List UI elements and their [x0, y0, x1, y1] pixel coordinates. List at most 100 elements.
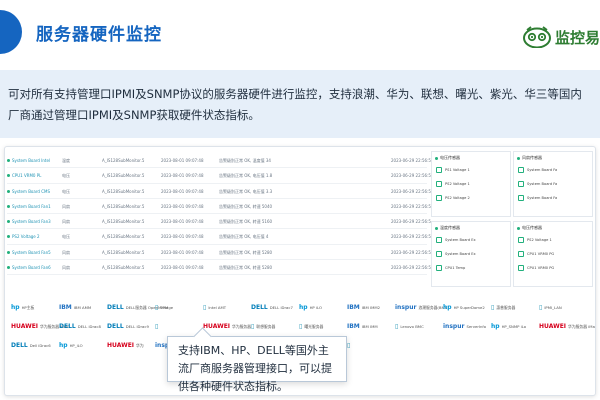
vendor-logo[interactable]: ▯ Intel AMT: [203, 304, 226, 311]
vendor-logo[interactable]: HUAWEI 华为: [107, 342, 144, 349]
vendor-logo-row: HUAWEI 华为服务器 iBMC DELL DELL iDrac8 DELL DELL …: [11, 318, 595, 337]
vendor-logo[interactable]: hp HP主板: [11, 304, 34, 311]
vendor-logo[interactable]: ▯ 联想服务器: [251, 323, 275, 330]
panel-sensor-item[interactable]: System Board Ex: [436, 236, 476, 244]
panel-sensor-item[interactable]: CPU1 VRM0 PG: [518, 264, 554, 272]
sensor-status: 告警级别正常 OK, 电压值 3.3: [219, 188, 273, 194]
vendor-logo[interactable]: HUAWEI华为服务器 iMana: [539, 323, 595, 330]
vendor-mark: ▯: [491, 304, 495, 311]
panel-sensor-item[interactable]: CPU1 Temp: [436, 264, 465, 272]
vendor-mark: hp: [299, 304, 308, 311]
panel-title-text: 温度传感器: [440, 225, 460, 230]
panel-sensor-item[interactable]: System Board Fa: [518, 180, 557, 188]
sensor-chip-icon: [436, 181, 442, 187]
sensor-chip-icon: [436, 237, 442, 243]
table-row[interactable]: System Board CMS 电压 A_IS128SubMonitor.5 202…: [7, 184, 431, 199]
vendor-logo[interactable]: ▯ TPM: [155, 304, 168, 311]
sensor-time: 2023-08-01 09:07:48: [161, 234, 204, 240]
vendor-logo[interactable]: ▯ 曙光服务器: [299, 323, 323, 330]
vendor-mark: DELL: [59, 323, 76, 330]
owl-logo-icon: [522, 26, 551, 48]
vendor-logo[interactable]: IBM IBM IMM: [347, 323, 378, 330]
vendor-logo[interactable]: ▯: [347, 342, 352, 349]
brand: 监控易: [522, 26, 600, 48]
vendor-label: HP_SNMP iLo: [501, 324, 527, 329]
vendor-logo[interactable]: ▯: [155, 323, 160, 330]
vendor-logo[interactable]: hp HP_SNMP iLo: [491, 323, 526, 330]
panel-title: 温度传感器: [435, 225, 460, 231]
table-row[interactable]: CPU1 VRM0 PL 电压 A_IS128SubMonitor.5 2023-08…: [7, 168, 431, 184]
sensor-chip-icon: [436, 167, 442, 173]
sensor-updated: 2023-06-29 22:56:54: [391, 219, 431, 225]
vendor-logo[interactable]: HUAWEI 华为服务器: [203, 323, 251, 330]
panel-sensor-label: PS2 Voltage 2: [445, 196, 470, 200]
vendor-label: IBM IMM2: [361, 305, 381, 310]
panel-sensor-item[interactable]: CPU1 VRM0 PG: [518, 250, 554, 258]
vendor-mark: HUAWEI: [203, 323, 231, 330]
sensor-type: 温度: [62, 158, 70, 163]
vendor-mark: HUAWEI: [11, 323, 39, 330]
sensor-chip-icon: [436, 265, 442, 271]
panel-sensor-label: System Board Fa: [527, 182, 558, 186]
sensor-status: 告警级别正常 OK, 转速 5280: [219, 249, 273, 255]
vendor-mark: ▯: [203, 304, 207, 311]
sensor-name: System Board Intel: [7, 158, 57, 163]
panel-sensor-item[interactable]: PS2 Voltage 1: [436, 180, 470, 188]
vendor-logo[interactable]: inspur ServerInfo: [443, 323, 486, 330]
status-dot-icon: [435, 226, 438, 230]
vendor-logo-row: hp HP主板 IBM IBM AMM DELL DELL服务器 OpenManage ▯ T…: [11, 299, 593, 318]
panel-sensor-item[interactable]: System Board Fa: [518, 194, 557, 202]
vendor-logo[interactable]: DELL DELL iDrac7: [251, 304, 293, 311]
sensor-source: A_IS128SubMonitor.5: [102, 173, 145, 179]
vendor-logo[interactable]: DELL DELL iDrac9: [107, 323, 149, 330]
sensor-chip-icon: [518, 195, 524, 201]
sensor-chip-icon: [436, 251, 442, 257]
sensor-updated: 2023-06-29 22:56:54: [391, 203, 431, 209]
panel-sensor-item[interactable]: System Board Ex: [436, 250, 476, 258]
sensor-type: 风扇: [62, 219, 70, 225]
vendor-label: IPMI_LAN: [544, 305, 562, 310]
vendor-logo[interactable]: hp HP SuperDome2: [443, 304, 485, 311]
table-row[interactable]: PS2 Voltage 2 电压 A_IS128SubMonitor.5 2023-0…: [7, 229, 431, 245]
vendor-mark: ▯: [251, 323, 255, 330]
panel-sensor-item[interactable]: PS2 Voltage 2: [436, 194, 470, 202]
table-row[interactable]: System Board Fan6 风扇 A_IS128SubMonitor.5 20…: [7, 260, 431, 276]
panel-sensor-item[interactable]: System Board Fa: [518, 166, 557, 174]
sensor-time: 2023-08-01 09:07:48: [161, 173, 204, 179]
vendor-logo[interactable]: ▯ IPMI_LAN: [539, 304, 562, 311]
sensor-updated: 2023-06-29 22:56:54: [391, 173, 431, 179]
sensor-source: A_IS128SubMonitor.5: [102, 234, 145, 240]
vendor-mark: IBM: [59, 304, 72, 311]
vendor-logo[interactable]: IBM IBM AMM: [59, 304, 91, 311]
vendor-logo[interactable]: ▯ Lenovo BMC: [395, 323, 424, 330]
panel-sensor-item[interactable]: PS2 Voltage 1: [518, 236, 552, 244]
table-row[interactable]: System Board Fan5 风扇 A_IS128SubMonitor.5 20…: [7, 245, 431, 261]
vendor-label: HP主板: [21, 304, 35, 310]
vendor-logo[interactable]: ▯ 惠普服务器: [491, 304, 515, 311]
sensor-time: 2023-08-01 09:07:48: [161, 265, 204, 271]
sensor-source: A_IS128SubMonitor.5: [102, 265, 145, 271]
table-row[interactable]: System Board Fan1 风扇 A_IS128SubMonitor.5 20…: [7, 199, 431, 215]
table-row[interactable]: System Board Intel 温度 A_IS128SubMonitor.5 2…: [7, 153, 431, 169]
vendor-logo[interactable]: hp HP_iLO: [59, 342, 83, 349]
vendor-logo[interactable]: inspur 浪潮服务器(BMC): [395, 304, 449, 311]
panel-sensor-label: System Board Ex: [445, 252, 476, 256]
vendor-mark: ▯: [539, 304, 543, 311]
sensor-status: 告警级别正常 OK, 电压值 4: [219, 234, 269, 240]
vendor-logo[interactable]: DELL DELL iDrac8: [59, 323, 101, 330]
panel-sensor-item[interactable]: PS1 Voltage 1: [436, 166, 470, 174]
vendor-mark: HUAWEI: [539, 323, 567, 330]
vendor-label: Lenovo BMC: [400, 324, 424, 329]
header-accent-circle: [0, 10, 22, 54]
vendor-logo[interactable]: hp HP iLO: [299, 304, 322, 311]
header: 服务器硬件监控 监控易: [0, 0, 600, 60]
vendor-mark: hp: [11, 304, 20, 311]
sensor-source: A_IS128SubMonitor.5: [102, 158, 145, 163]
sensor-type: 电压: [62, 188, 70, 194]
table-row[interactable]: System Board Fan3 风扇 A_IS128SubMonitor.5 20…: [7, 214, 431, 230]
vendor-label: TPM: [160, 305, 169, 310]
vendor-logo[interactable]: DELL Dell iDrac6: [11, 342, 51, 349]
vendor-label: IBM IMM: [361, 324, 378, 329]
panel-title-text: 电压传感器: [440, 155, 460, 160]
vendor-logo[interactable]: IBM IBM IMM2: [347, 304, 380, 311]
